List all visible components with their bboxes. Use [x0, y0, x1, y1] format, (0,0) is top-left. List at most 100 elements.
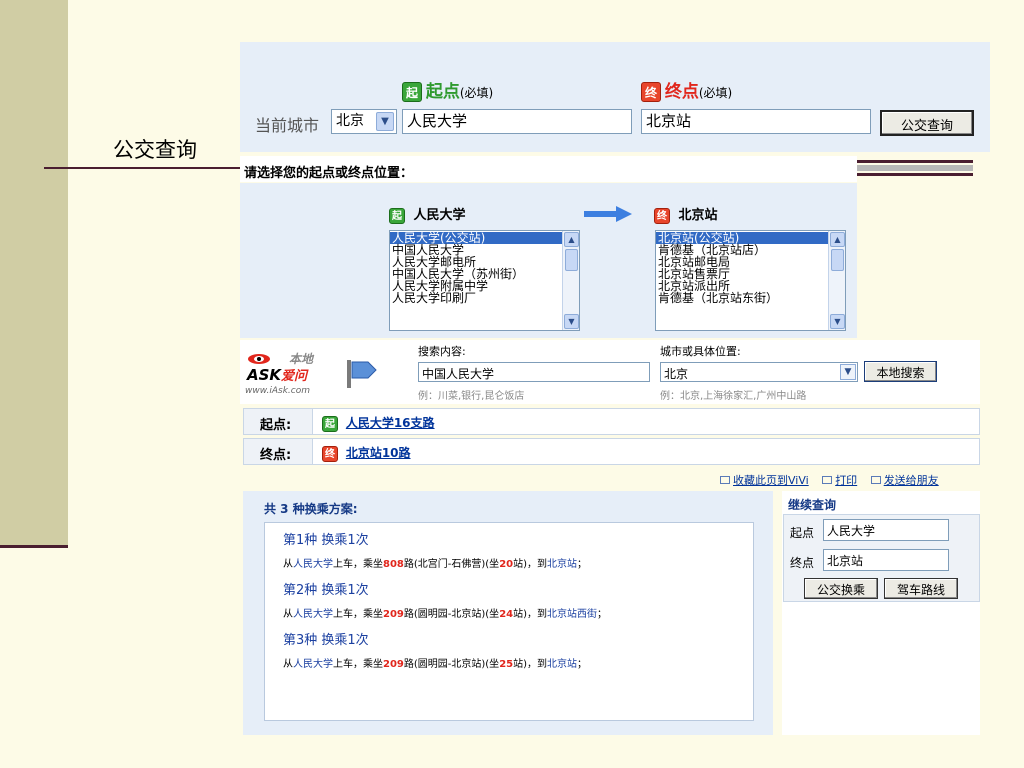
content-label: 搜索内容: [418, 345, 466, 358]
plan-text: 路(圆明园-北京站)(坐 [403, 609, 500, 620]
continue-end-label: 终点 [790, 556, 815, 570]
route-start-label: 起点: [244, 409, 313, 434]
city-select-value: 北京 [336, 113, 364, 129]
mail-icon [870, 476, 881, 484]
signpost-icon [347, 360, 377, 388]
scroll-down-icon[interactable]: ▼ [564, 314, 579, 329]
route-end-link[interactable]: 北京站10路 [346, 446, 411, 460]
bus-search-button[interactable]: 公交查询 [880, 110, 974, 136]
chevron-down-icon[interactable]: ▼ [840, 364, 856, 380]
continue-end-input[interactable]: 北京站 [823, 549, 949, 571]
plan-title: 第2种 换乘1次 [283, 583, 369, 598]
local-search-button[interactable]: 本地搜索 [864, 361, 937, 382]
start-list-title: 起 人民大学 [389, 204, 466, 224]
end-required-note: (必填) [698, 86, 733, 100]
end-list-scrollbar[interactable]: ▲ ▼ [828, 231, 845, 330]
plan-text: 从 [283, 609, 293, 620]
start-options-list[interactable]: 人民大学(公交站) 中国人民大学 人民大学邮电所 中国人民大学（苏州街） 人民大学附属中… [389, 230, 580, 331]
end-header: 终 终点(必填) [641, 77, 732, 102]
plan-stop-count: 20 [499, 559, 514, 570]
plan-to-link[interactable]: 北京站 [547, 559, 577, 570]
route-end-label: 终点: [244, 439, 313, 464]
slide-title: 公交查询 [113, 138, 197, 162]
page-actions-bar: 收藏此页到ViVi 打印 发送给朋友 [700, 472, 972, 488]
select-position-header: 请选择您的起点或终点位置： [240, 156, 857, 182]
plan-text: 从 [283, 559, 293, 570]
city-select[interactable]: 北京 ▼ [331, 109, 397, 134]
plan-text: 上车，乘坐 [333, 559, 383, 570]
content-input[interactable]: 中国人民大学 [418, 362, 650, 382]
location-select[interactable]: 北京 ▼ [660, 362, 858, 382]
start-input[interactable]: 人民大学 [402, 109, 632, 134]
plan-text: 从 [283, 659, 293, 670]
plan-text: 站)，到 [513, 559, 548, 570]
plan-from-link[interactable]: 人民大学 [293, 609, 333, 620]
scroll-thumb[interactable] [831, 249, 844, 271]
plan-from-link[interactable]: 人民大学 [293, 559, 333, 570]
plan-text: 上车，乘坐 [333, 659, 383, 670]
plan-from-link[interactable]: 人民大学 [293, 659, 333, 670]
route-start-row: 起点: 起 人民大学16支路 [243, 408, 980, 435]
plan-bus-number: 209 [383, 659, 404, 670]
bus-search-panel [240, 42, 990, 152]
scroll-down-icon[interactable]: ▼ [830, 314, 845, 329]
plan-description: 从人民大学上车，乘坐209路(圆明园-北京站)(坐24站)，到北京站西街； [283, 605, 753, 621]
end-tag-icon: 终 [654, 208, 670, 224]
start-list-scrollbar[interactable]: ▲ ▼ [562, 231, 579, 330]
slide-left-bar [0, 0, 68, 547]
plan-to-link[interactable]: 北京站西街 [547, 609, 597, 620]
start-tag-icon: 起 [322, 416, 338, 432]
plan-bus-number: 808 [383, 559, 404, 570]
end-list-title: 终 北京站 [654, 204, 718, 224]
start-label: 起点 [425, 82, 460, 102]
iask-logo[interactable]: 本地 ASK爱问 www.iAsk.com [245, 348, 330, 400]
sina-eye-icon [248, 354, 270, 364]
plan-text: 路(圆明园-北京站)(坐 [403, 659, 500, 670]
plan-bus-number: 209 [383, 609, 404, 620]
city-label: 当前城市 [255, 116, 320, 135]
plan-stop-count: 24 [499, 609, 514, 620]
start-required-note: (必填) [459, 86, 494, 100]
route-end-row: 终点: 终 北京站10路 [243, 438, 980, 465]
slide-left-rule [0, 545, 68, 548]
route-start-link[interactable]: 人民大学16支路 [346, 416, 435, 430]
plan-title: 第1种 换乘1次 [283, 533, 369, 548]
results-summary: 共 3 种换乘方案: [264, 502, 358, 516]
plan-to-link[interactable]: 北京站 [547, 659, 577, 670]
end-tag-icon: 终 [641, 82, 661, 102]
driving-route-button[interactable]: 驾车路线 [884, 578, 958, 599]
print-link[interactable]: 打印 [835, 474, 857, 487]
end-tag-icon: 终 [322, 446, 338, 462]
plan-text: 站)，到 [513, 659, 548, 670]
plan-description: 从人民大学上车，乘坐808路(北宫门-石佛营)(坐20站)，到北京站； [283, 555, 753, 571]
end-option[interactable]: 肯德基（北京站东街） [656, 292, 845, 304]
transit-query-button[interactable]: 公交换乘 [804, 578, 878, 599]
start-option[interactable]: 人民大学印刷厂 [390, 292, 579, 304]
scroll-thumb[interactable] [565, 249, 578, 271]
scroll-up-icon[interactable]: ▲ [830, 232, 845, 247]
arrow-right-icon [584, 206, 632, 222]
bookmark-link[interactable]: 收藏此页到ViVi [733, 474, 809, 487]
content-example: 例：川菜,银行,昆仑饭店 [418, 391, 525, 402]
plan-stop-count: 25 [499, 659, 514, 670]
location-label: 城市或具体位置: [660, 345, 741, 358]
plan-text: 上车，乘坐 [333, 609, 383, 620]
plan-text: 站)，到 [513, 609, 548, 620]
continue-start-input[interactable]: 人民大学 [823, 519, 949, 541]
start-tag-icon: 起 [402, 82, 422, 102]
chevron-down-icon[interactable]: ▼ [376, 112, 394, 131]
plan-title: 第3种 换乘1次 [283, 633, 369, 648]
results-list: 第1种 换乘1次 从人民大学上车，乘坐808路(北宫门-石佛营)(坐20站)，到北… [264, 522, 754, 721]
plan-description: 从人民大学上车，乘坐209路(圆明园-北京站)(坐25站)，到北京站； [283, 655, 753, 671]
continue-start-label: 起点 [790, 526, 815, 540]
end-input[interactable]: 北京站 [641, 109, 871, 134]
plan-text: 路(北宫门-石佛营)(坐 [403, 559, 500, 570]
printer-icon [822, 476, 833, 484]
plan-text: ； [577, 559, 588, 570]
end-options-list[interactable]: 北京站(公交站) 肯德基（北京站店） 北京站邮电局 北京站售票厅 北京站派出所 肯德基（北… [655, 230, 846, 331]
location-example: 例：北京,上海徐家汇,广州中山路 [660, 391, 807, 402]
end-label: 终点 [664, 82, 699, 102]
start-header: 起 起点(必填) [402, 77, 493, 102]
send-to-friend-link[interactable]: 发送给朋友 [884, 474, 939, 487]
scroll-up-icon[interactable]: ▲ [564, 232, 579, 247]
